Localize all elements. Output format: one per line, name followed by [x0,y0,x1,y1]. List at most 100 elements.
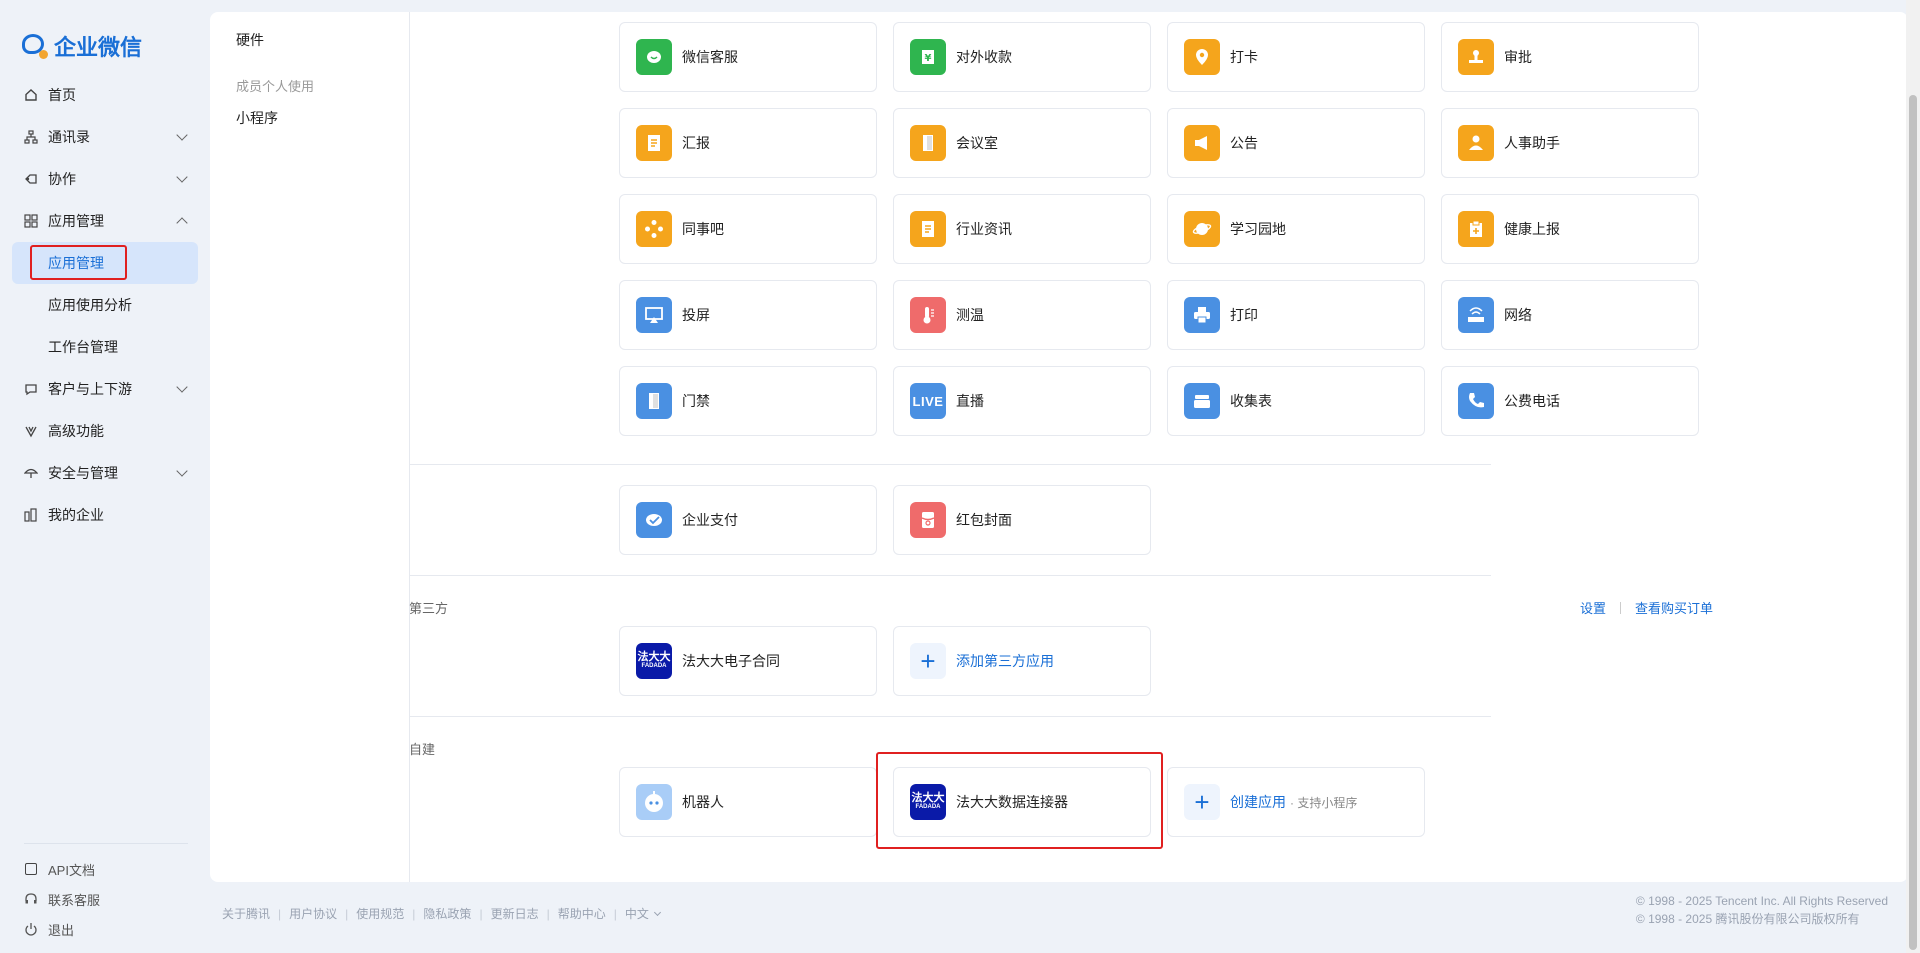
app-card[interactable]: 审批 [1441,22,1699,92]
nav-collab[interactable]: 协作 [12,158,198,200]
person-icon [1458,125,1494,161]
envelope-icon [910,502,946,538]
third-party-title: 第三方 [409,601,449,616]
footer-link[interactable]: 使用规范 [356,905,404,922]
app-card-robot[interactable]: 机器人 [619,767,877,837]
app-card[interactable]: 学习园地 [1167,194,1425,264]
footer-separator: | [546,906,550,921]
footer-link[interactable]: 用户协议 [289,905,337,922]
custom-apps-title: 自建 [409,742,436,757]
divider [24,843,188,844]
scrollbar-thumb[interactable] [1909,95,1917,950]
category-hardware[interactable]: 硬件 [236,30,264,50]
app-card-fadada-data-connector[interactable]: 法大大 FADADA 法大大数据连接器 [893,767,1151,837]
nav-my-enterprise-label: 我的企业 [48,507,104,523]
app-label: 门禁 [682,393,710,409]
nav-contacts[interactable]: 通讯录 [12,116,198,158]
nav-home[interactable]: 首页 [12,74,198,116]
screen-icon [636,297,672,333]
app-card[interactable]: 行业资讯 [893,194,1151,264]
chat-icon [636,39,672,75]
nav-my-enterprise[interactable]: 我的企业 [12,494,198,536]
link-logout[interactable]: 退出 [24,914,100,944]
building-icon [24,508,38,522]
app-card[interactable]: ¥ 对外收款 [893,22,1151,92]
app-card[interactable]: 公告 [1167,108,1425,178]
app-card[interactable]: 打卡 [1167,22,1425,92]
app-label: 学习园地 [1230,221,1286,237]
svg-text:¥: ¥ [925,53,932,64]
app-label: 企业支付 [682,512,738,528]
nav-contacts-label: 通讯录 [48,129,90,145]
app-card[interactable]: 健康上报 [1441,194,1699,264]
app-card[interactable]: 微信客服 [619,22,877,92]
category-miniprogram[interactable]: 小程序 [236,108,278,128]
language-selector[interactable]: 中文 [625,905,649,922]
org-chart-icon [24,130,38,144]
chevron-down-icon [176,465,188,477]
app-card-fadada-contract[interactable]: 法大大 FADADA 法大大电子合同 [619,626,877,696]
main-nav: 首页 通讯录 协作 应用管理 应用管理 应用使用分析 工作台管理 客户与上下游 … [12,74,198,536]
view-orders-link[interactable]: 查看购买订单 [1635,598,1713,617]
footer-link[interactable]: 更新日志 [491,905,539,922]
link-contact-support[interactable]: 联系客服 [24,884,100,914]
app-card[interactable]: 汇报 [619,108,877,178]
footer-link[interactable]: 关于腾讯 [222,905,270,922]
category-personal-heading: 成员个人使用 [236,79,315,94]
divider [409,716,1491,717]
wecom-logo-icon [22,33,48,59]
app-card[interactable]: 会议室 [893,108,1151,178]
pin-icon [1184,39,1220,75]
link-api-docs[interactable]: API文档 [24,854,100,884]
home-icon [24,88,38,102]
subnav-app-usage-analysis[interactable]: 应用使用分析 [12,284,198,326]
print-icon [1184,297,1220,333]
subnav-workbench-management[interactable]: 工作台管理 [12,326,198,368]
footer-separator: | [479,906,483,921]
fadada-icon-text: 法大大 [911,792,945,804]
app-label: 收集表 [1230,393,1272,409]
nav-customers[interactable]: 客户与上下游 [12,368,198,410]
app-label: 健康上报 [1504,221,1560,237]
router-icon [1458,297,1494,333]
app-card[interactable]: 红包封面 [893,485,1151,555]
create-app-label: 创建应用 [1230,794,1286,810]
settings-link[interactable]: 设置 [1580,598,1606,617]
app-card[interactable]: LIVE 直播 [893,366,1151,436]
footer-link[interactable]: 隐私政策 [423,905,471,922]
nav-collab-label: 协作 [48,171,76,187]
collab-icon [24,172,38,186]
door-icon [910,125,946,161]
sidebar-bottom-links: API文档 联系客服 退出 [24,854,100,944]
app-label: 法大大数据连接器 [956,794,1068,810]
brand-logo[interactable]: 企业微信 [22,30,142,62]
link-contact-support-label: 联系客服 [48,892,101,908]
nav-security[interactable]: 安全与管理 [12,452,198,494]
clip-icon [1458,211,1494,247]
app-card[interactable]: 测温 [893,280,1151,350]
stack-icon [1184,383,1220,419]
fadada-icon-sub: FADADA [641,663,667,669]
app-label: 直播 [956,393,984,409]
app-card[interactable]: 人事助手 [1441,108,1699,178]
app-card[interactable]: 公费电话 [1441,366,1699,436]
subnav-app-management[interactable]: 应用管理 [12,242,198,284]
door-icon [636,383,672,419]
app-card[interactable]: 收集表 [1167,366,1425,436]
page-scrollbar[interactable] [1906,0,1920,953]
app-card[interactable]: 投屏 [619,280,877,350]
nav-advanced[interactable]: 高级功能 [12,410,198,452]
nav-app-management[interactable]: 应用管理 [12,200,198,242]
brand-name: 企业微信 [54,35,143,60]
footer-link[interactable]: 帮助中心 [558,905,606,922]
create-app-button[interactable]: + 创建应用 · 支持小程序 [1167,767,1425,837]
chevron-down-icon [176,129,188,141]
add-third-party-app-button[interactable]: + 添加第三方应用 [893,626,1151,696]
phone-icon [1458,383,1494,419]
app-card[interactable]: 打印 [1167,280,1425,350]
app-card[interactable]: 网络 [1441,280,1699,350]
app-card[interactable]: 门禁 [619,366,877,436]
app-card[interactable]: 同事吧 [619,194,877,264]
fadada-icon-text: 法大大 [637,651,671,663]
app-card[interactable]: 企业支付 [619,485,877,555]
